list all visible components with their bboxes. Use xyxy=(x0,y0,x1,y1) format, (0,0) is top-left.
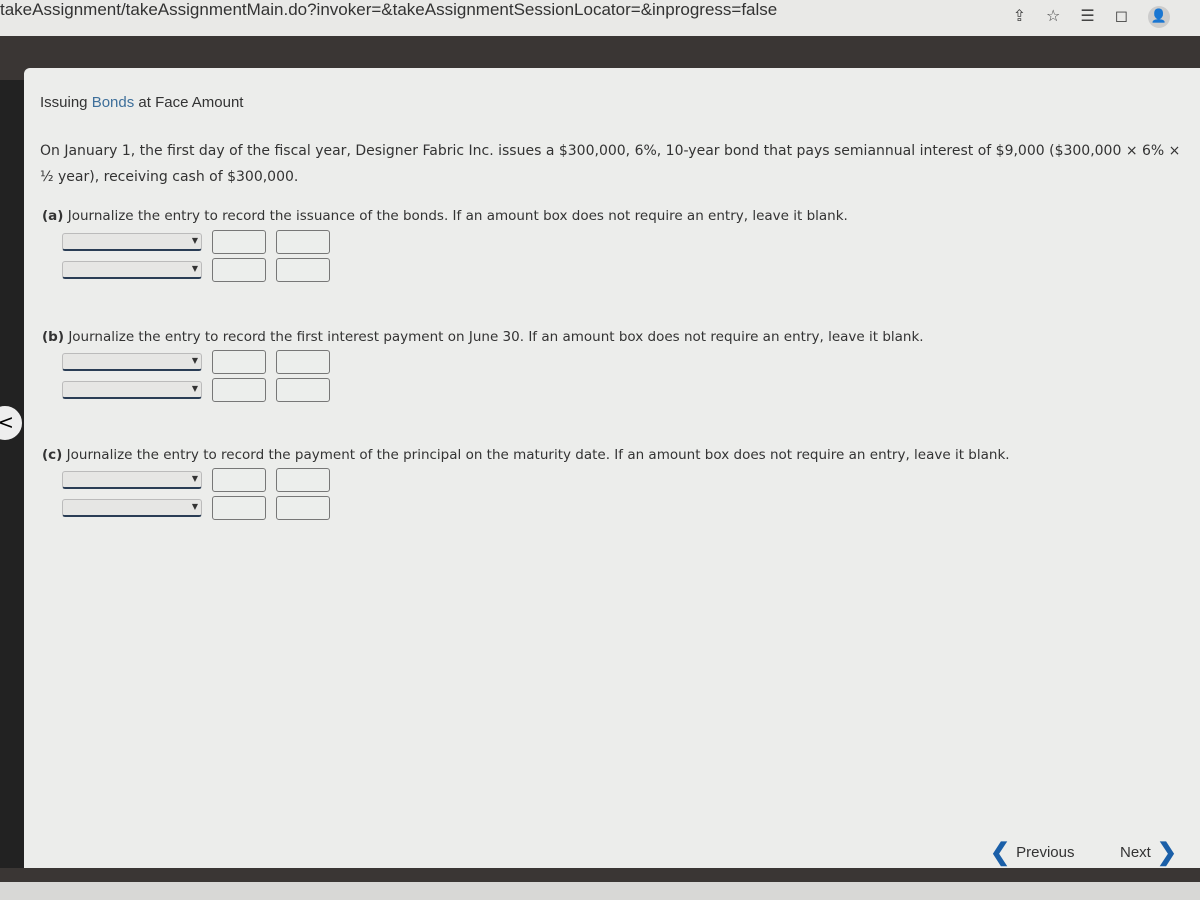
credit-input[interactable] xyxy=(276,378,330,402)
debit-input[interactable] xyxy=(212,378,266,402)
account-select[interactable]: ▼ xyxy=(62,233,202,251)
share-icon[interactable]: ⇪ xyxy=(1013,6,1026,28)
credit-input[interactable] xyxy=(276,258,330,282)
question-c: (c) Journalize the entry to record the p… xyxy=(42,447,1010,463)
debit-input[interactable] xyxy=(212,258,266,282)
debit-input[interactable] xyxy=(212,496,266,520)
sidebar-icon[interactable]: ◻ xyxy=(1115,6,1128,28)
account-select[interactable]: ▼ xyxy=(62,499,202,517)
chevron-down-icon: ▼ xyxy=(191,356,198,365)
page-title: Issuing Bonds at Face Amount xyxy=(40,94,244,111)
assignment-content: Issuing Bonds at Face Amount On January … xyxy=(24,68,1200,868)
reading-list-icon[interactable]: ☰ xyxy=(1080,6,1094,28)
chevron-down-icon: ▼ xyxy=(191,236,198,245)
chevron-left-icon: ❮ xyxy=(990,839,1011,866)
credit-input[interactable] xyxy=(276,468,330,492)
browser-toolbar: takeAssignment/takeAssignmentMain.do?inv… xyxy=(0,0,1200,36)
credit-input[interactable] xyxy=(276,496,330,520)
account-select[interactable]: ▼ xyxy=(62,353,202,371)
account-select[interactable]: ▼ xyxy=(62,471,202,489)
next-button[interactable]: Next ❯ xyxy=(1120,838,1177,867)
chevron-down-icon: ▼ xyxy=(191,384,198,393)
debit-input[interactable] xyxy=(212,468,266,492)
chevron-down-icon: ▼ xyxy=(191,502,198,511)
star-icon[interactable]: ☆ xyxy=(1046,6,1060,28)
address-bar[interactable]: takeAssignment/takeAssignmentMain.do?inv… xyxy=(0,0,777,20)
credit-input[interactable] xyxy=(276,230,330,254)
question-a: (a) Journalize the entry to record the i… xyxy=(42,208,848,224)
chevron-right-icon: ❯ xyxy=(1156,839,1177,866)
chevron-down-icon: ▼ xyxy=(191,264,198,273)
glossary-link[interactable]: Bonds xyxy=(92,94,135,111)
left-strip xyxy=(0,80,24,880)
debit-input[interactable] xyxy=(212,350,266,374)
chevron-down-icon: ▼ xyxy=(191,474,198,483)
journal-entry-c: ▼ ▼ xyxy=(62,466,330,522)
credit-input[interactable] xyxy=(276,350,330,374)
journal-entry-a: ▼ ▼ xyxy=(62,228,330,284)
account-select[interactable]: ▼ xyxy=(62,381,202,399)
profile-avatar[interactable]: 👤 xyxy=(1148,6,1170,28)
question-b: (b) Journalize the entry to record the f… xyxy=(42,329,924,345)
journal-entry-b: ▼ ▼ xyxy=(62,348,330,404)
account-select[interactable]: ▼ xyxy=(62,261,202,279)
problem-text: On January 1, the first day of the fisca… xyxy=(40,143,1181,185)
previous-button[interactable]: ❮ Previous xyxy=(990,838,1074,867)
chevron-left-icon: < xyxy=(0,410,14,434)
debit-input[interactable] xyxy=(212,230,266,254)
bottom-band xyxy=(0,868,1200,882)
